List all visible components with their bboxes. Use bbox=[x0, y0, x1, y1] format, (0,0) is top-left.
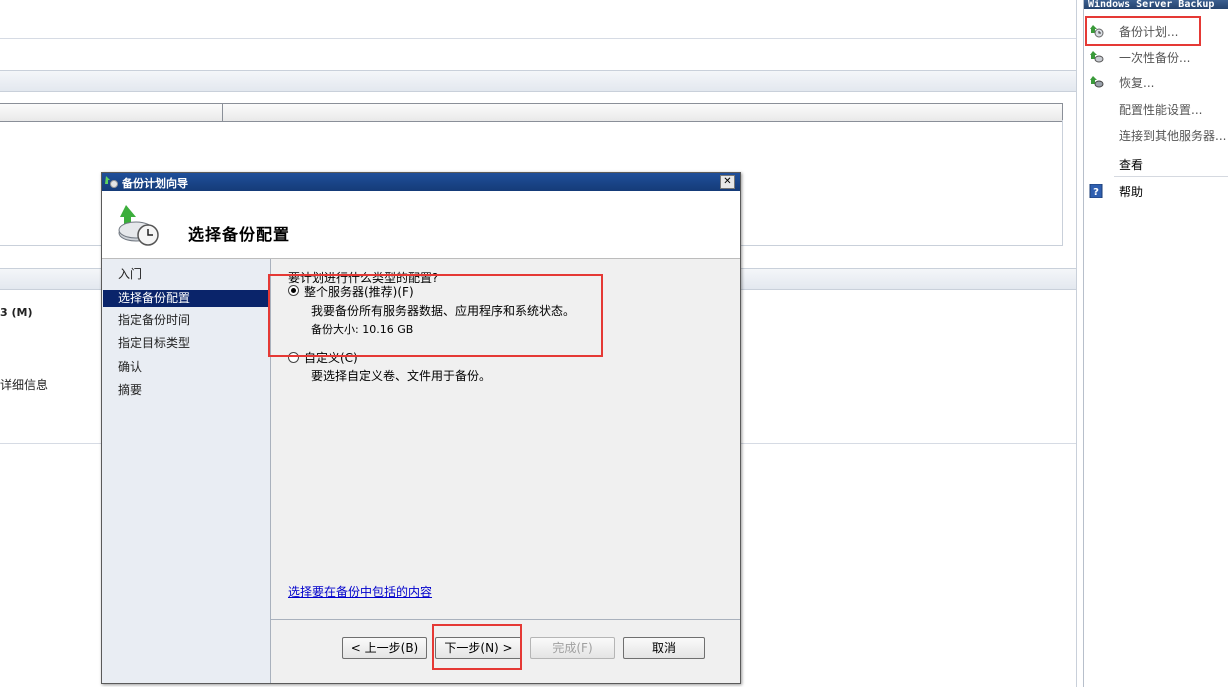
cancel-button[interactable]: 取消 bbox=[623, 637, 705, 659]
step-item[interactable]: 确认 bbox=[118, 358, 142, 375]
action-backup-once[interactable]: 一次性备份... bbox=[1084, 46, 1228, 68]
step-item[interactable]: 指定目标类型 bbox=[118, 334, 190, 351]
backup-once-icon bbox=[1090, 51, 1104, 63]
pane-separator bbox=[1076, 0, 1077, 687]
actions-pane: Windows Server Backup 备份计划... 一次性备份... 恢… bbox=[1083, 0, 1228, 687]
action-label: 帮助 bbox=[1119, 185, 1144, 199]
action-label: 连接到其他服务器... bbox=[1119, 129, 1227, 143]
dialog-header: 选择备份配置 bbox=[102, 191, 740, 259]
action-recover[interactable]: 恢复... bbox=[1084, 71, 1228, 93]
dialog-title: 备份计划向导 bbox=[122, 177, 188, 190]
step-item[interactable]: 入门 bbox=[118, 265, 142, 282]
finish-button[interactable]: 完成(F) bbox=[530, 637, 615, 659]
action-configure-performance[interactable]: 配置性能设置... bbox=[1084, 98, 1228, 120]
highlight-box bbox=[268, 274, 603, 357]
wizard-icon bbox=[105, 176, 118, 188]
back-button[interactable]: < 上一步(B) bbox=[342, 637, 427, 659]
custom-description: 要选择自定义卷、文件用于备份。 bbox=[311, 369, 492, 383]
column-separator[interactable] bbox=[222, 104, 223, 121]
section-header bbox=[0, 70, 1076, 92]
step-item[interactable]: 指定备份时间 bbox=[118, 311, 190, 328]
highlight-box bbox=[432, 624, 522, 670]
action-label: 查看 bbox=[1119, 158, 1144, 172]
dialog-titlebar[interactable]: 备份计划向导 ✕ bbox=[102, 173, 740, 191]
divider bbox=[0, 38, 1076, 39]
action-help[interactable]: ? 帮助 bbox=[1084, 180, 1228, 202]
action-connect-server[interactable]: 连接到其他服务器... bbox=[1084, 124, 1228, 146]
footer-divider bbox=[271, 619, 740, 620]
details-link[interactable]: 详细信息 bbox=[0, 376, 48, 393]
actions-divider bbox=[1114, 176, 1228, 177]
highlight-box bbox=[1085, 16, 1201, 46]
close-button[interactable]: ✕ bbox=[720, 175, 735, 189]
action-view[interactable]: 查看 bbox=[1084, 153, 1228, 175]
select-content-link[interactable]: 选择要在备份中包括的内容 bbox=[288, 583, 432, 600]
backup-wizard-icon bbox=[118, 205, 159, 246]
action-label: 一次性备份... bbox=[1119, 51, 1191, 65]
recover-icon bbox=[1090, 76, 1104, 88]
help-icon: ? bbox=[1089, 184, 1103, 198]
actions-title: Windows Server Backup bbox=[1084, 0, 1228, 9]
backup-schedule-wizard: 备份计划向导 ✕ 选择备份配置 入门 选择备份配置 指定备份时间 指定目标类型 … bbox=[101, 172, 741, 684]
action-label: 恢复... bbox=[1119, 76, 1155, 90]
wizard-steps: 入门 选择备份配置 指定备份时间 指定目标类型 确认 摘要 bbox=[102, 259, 271, 683]
step-item-active[interactable]: 选择备份配置 bbox=[103, 290, 269, 307]
dialog-header-title: 选择备份配置 bbox=[188, 225, 291, 244]
svg-text:?: ? bbox=[1093, 187, 1099, 198]
step-item[interactable]: 摘要 bbox=[118, 381, 142, 398]
action-label: 配置性能设置... bbox=[1119, 103, 1203, 117]
status-text: 3 (M) bbox=[0, 306, 33, 319]
